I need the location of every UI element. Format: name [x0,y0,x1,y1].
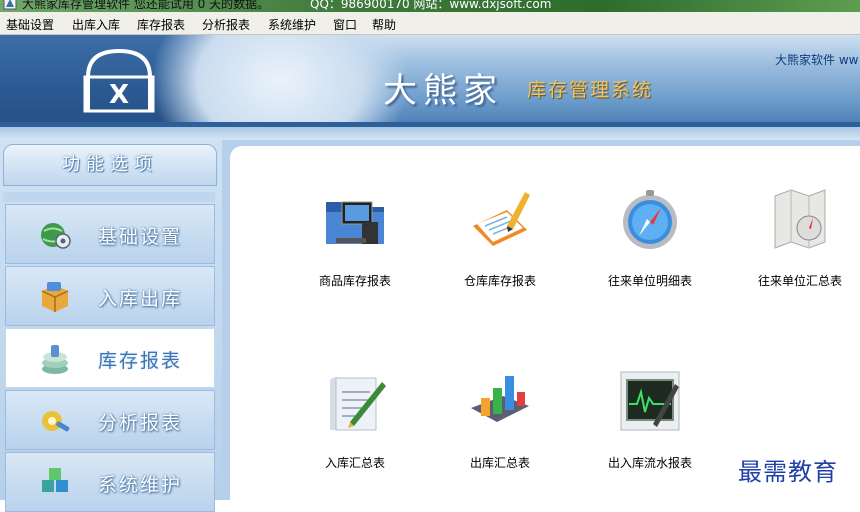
sidebar-item-stock-in-out[interactable]: 入库出库 [5,266,215,326]
sidebar-separator [3,192,215,202]
sidebar-item-label: 基础设置 [98,226,183,248]
menu-inventory-reports[interactable]: 库存报表 [137,16,185,33]
brand-name: 大熊家 [383,71,503,111]
menu-window[interactable]: 窗口 [333,16,357,33]
folder-computer-icon [326,201,384,244]
app-icon [3,0,17,10]
menu-stock-in-out[interactable]: 出库入库 [72,16,120,33]
tile-label: 出入库流水报表 [607,456,692,470]
bear-logo-icon: X [83,48,155,113]
monitor-pen-icon [620,371,680,431]
watermark-text: 最需教育 [738,458,838,486]
tile-stock-out-summary[interactable]: 出库汇总表 [435,368,565,478]
bar-chart-icon [471,376,529,422]
sidebar-item-label: 入库出库 [98,288,183,310]
window-title: 大熊家库存管理软件 您还能试用 0 天的数据。 [22,0,270,11]
brand-subtitle: 库存管理系统 [527,79,654,101]
tile-warehouse-inventory-report[interactable]: 仓库库存报表 [435,186,565,296]
menu-system-maintenance[interactable]: 系统维护 [268,16,316,33]
title-bar: 大熊家库存管理软件 您还能试用 0 天的数据。 QQ：986900170 网站：… [0,0,860,12]
document-pen-icon [330,377,386,431]
stacked-papers-icon [42,345,68,374]
sidebar-item-analysis-reports[interactable]: 分析报表 [5,390,215,450]
header-banner: X 大熊家 库存管理系统 大熊家软件 ww [0,35,860,127]
cubes-icon [42,468,68,492]
tile-label: 仓库库存报表 [463,274,536,288]
sidebar-header: 功能选项 [3,144,217,186]
sidebar-item-label: 库存报表 [98,350,183,372]
tile-partner-summary-report[interactable]: 往来单位汇总表 [735,186,860,296]
tile-product-inventory-report[interactable]: 商品库存报表 [290,186,420,296]
box-icon [41,282,69,312]
menu-help[interactable]: 帮助 [372,16,396,33]
menu-basic-settings[interactable]: 基础设置 [6,16,54,33]
compass-icon [623,190,677,249]
main-content: 商品库存报表 仓库库存报表 往来单位明细表 往来单位汇总表 入库汇总表 出库汇总… [222,140,860,506]
clipboard-pencil-icon [473,192,530,246]
tile-label: 往来单位汇总表 [757,274,842,288]
vendor-link[interactable]: 大熊家软件 ww [775,51,858,68]
tile-partner-detail-report[interactable]: 往来单位明细表 [585,186,715,296]
tile-label: 入库汇总表 [324,456,385,470]
tile-stock-flow-report[interactable]: 出入库流水报表 [585,368,715,478]
sidebar-item-label: 分析报表 [98,412,183,434]
menu-analysis-reports[interactable]: 分析报表 [202,16,250,33]
tile-label: 出库汇总表 [469,456,530,470]
tile-label: 商品库存报表 [318,274,391,288]
svg-text:X: X [109,80,129,110]
sidebar-item-inventory-reports[interactable]: 库存报表 [5,328,215,388]
map-compass-icon [774,189,826,249]
contact-info: QQ：986900170 网站：www.dxjsoft.com [310,0,552,11]
gear-wrench-icon [42,411,70,432]
tile-stock-in-summary[interactable]: 入库汇总表 [290,368,420,478]
sidebar-item-system-maintenance[interactable]: 系统维护 [5,452,215,512]
globe-gear-icon [41,223,71,249]
function-sidebar: 功能选项 基础设置 入库出库 库存报表 分析报表 系统维护 [0,140,222,512]
tile-label: 往来单位明细表 [607,274,692,288]
banner-highlight [150,35,410,127]
sidebar-item-basic-settings[interactable]: 基础设置 [5,204,215,264]
sidebar-item-label: 系统维护 [98,474,183,496]
menu-bar: 基础设置 出库入库 库存报表 分析报表 系统维护 窗口 帮助 [0,12,860,35]
header-divider [0,127,860,140]
